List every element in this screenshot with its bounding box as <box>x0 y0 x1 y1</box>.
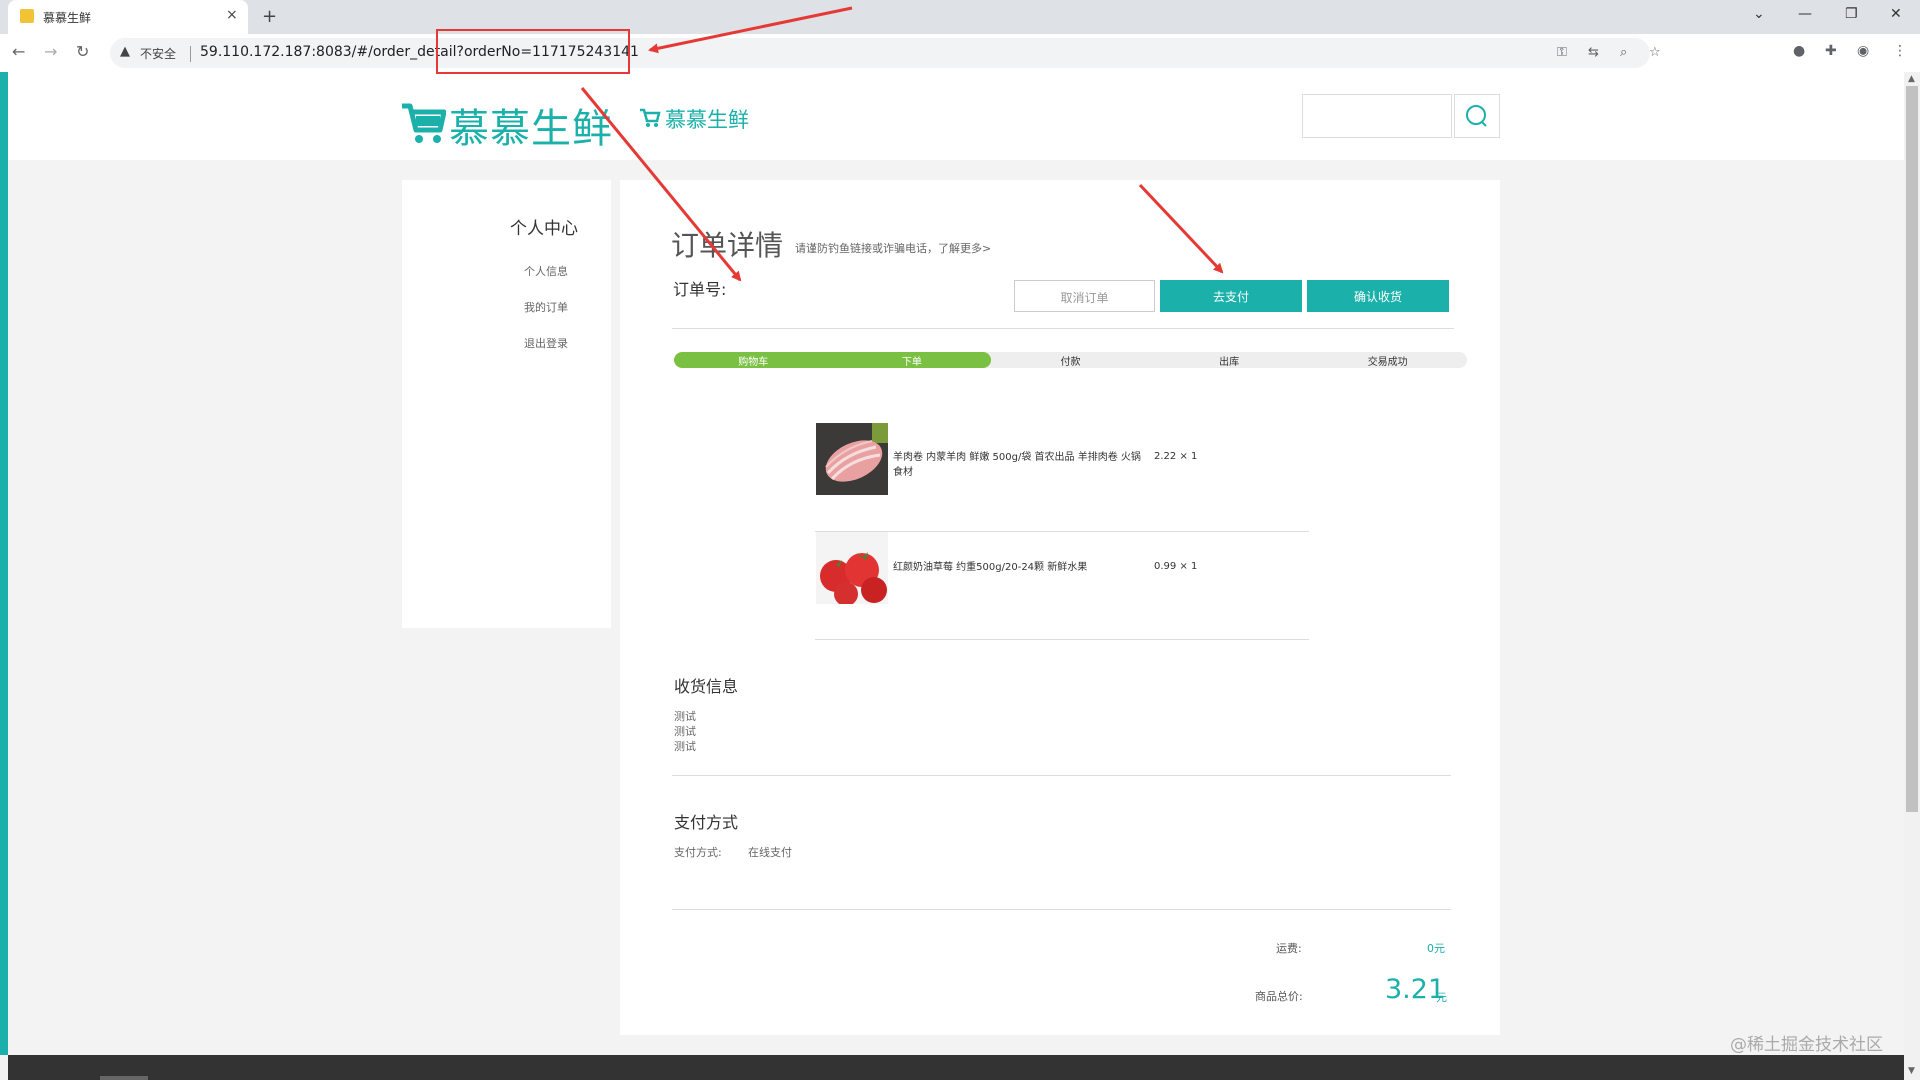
scrollbar-thumb[interactable] <box>1906 86 1918 812</box>
product-price-qty: 0.99 × 1 <box>1154 561 1198 572</box>
bookmark-star-icon[interactable]: ☆ <box>1649 45 1661 60</box>
window-close-icon[interactable]: ✕ <box>1890 6 1902 22</box>
user-center-sidebar <box>402 180 611 628</box>
sidebar-item-profile[interactable]: 个人信息 <box>524 263 568 279</box>
search-icon <box>1466 105 1487 127</box>
page-title: 订单详情 <box>671 229 784 262</box>
translate-icon[interactable]: ⇆ <box>1588 45 1599 60</box>
footer-scroll-indicator <box>100 1076 148 1080</box>
scroll-down-icon[interactable]: ▼ <box>1908 1066 1915 1076</box>
progress-step-outbound: 出库 <box>1219 357 1240 368</box>
search-button[interactable] <box>1454 94 1500 138</box>
page-footer <box>8 1055 1904 1080</box>
zoom-icon[interactable]: ⌕ <box>1620 45 1627 60</box>
new-tab-icon[interactable]: + <box>262 6 277 27</box>
divider <box>672 909 1451 910</box>
total-price-unit: 元 <box>1436 991 1447 1004</box>
tab-close-icon[interactable]: × <box>226 7 238 23</box>
product-image-lamb-rolls[interactable] <box>816 423 888 495</box>
product-name[interactable]: 红颜奶油草莓 约重500g/20-24颗 新鲜水果 <box>893 560 1148 575</box>
site-favicon-icon <box>20 9 34 23</box>
forward-icon[interactable]: → <box>44 42 57 61</box>
extension-evernote-icon[interactable]: ● <box>1793 43 1805 59</box>
annotation-highlight-box <box>436 29 630 74</box>
address-bar[interactable]: ▲ 不安全 59.110.172.187:8083/#/order_detail… <box>110 38 1661 68</box>
divider <box>815 639 1309 640</box>
pay-button[interactable]: 去支付 <box>1160 280 1302 312</box>
site-logo-text[interactable]: 慕慕生鲜 <box>449 96 613 154</box>
site-logo-small-text[interactable]: 慕慕生鲜 <box>665 104 749 134</box>
browser-tab[interactable]: 慕慕生鲜 × <box>8 0 248 34</box>
address-separator <box>190 46 191 62</box>
browser-tab-bar: 慕慕生鲜 × + ⌄ — ❐ ✕ <box>0 0 1920 34</box>
progress-step-pay: 付款 <box>1060 357 1081 368</box>
site-header <box>8 72 1904 160</box>
payment-method-title: 支付方式 <box>674 813 739 832</box>
shipping-line: 测试 <box>674 725 696 738</box>
cart-logo-icon[interactable] <box>400 98 446 146</box>
divider <box>672 775 1451 776</box>
insecure-label[interactable]: 不安全 <box>140 45 176 62</box>
restore-icon[interactable]: ❐ <box>1845 6 1858 22</box>
total-price-label: 商品总价: <box>1255 990 1303 1003</box>
reload-icon[interactable]: ↻ <box>76 42 89 61</box>
cancel-order-button[interactable]: 取消订单 <box>1014 280 1155 312</box>
payment-method-label: 支付方式: <box>674 846 722 859</box>
minimize-icon[interactable]: — <box>1798 6 1812 22</box>
progress-step-cart: 购物车 <box>738 357 769 368</box>
security-notice-link[interactable]: 请谨防钓鱼链接或诈骗电话，了解更多> <box>795 240 991 256</box>
tab-title: 慕慕生鲜 <box>43 11 92 25</box>
sidebar-item-orders[interactable]: 我的订单 <box>524 299 568 315</box>
progress-step-order: 下单 <box>901 357 922 368</box>
search-input[interactable] <box>1302 94 1452 138</box>
shipping-fee-label: 运费: <box>1276 942 1302 955</box>
sidebar-title: 个人中心 <box>510 219 578 239</box>
product-image-strawberries[interactable] <box>816 532 888 604</box>
confirm-receipt-button[interactable]: 确认收货 <box>1307 280 1449 312</box>
shipping-info-title: 收货信息 <box>674 677 739 696</box>
cart-small-icon[interactable] <box>639 106 661 128</box>
browser-menu-icon[interactable]: ⋮ <box>1893 43 1907 59</box>
product-price-qty: 2.22 × 1 <box>1154 451 1198 462</box>
divider <box>815 531 1309 532</box>
browser-toolbar: ← → ↻ ▲ 不安全 59.110.172.187:8083/#/order_… <box>0 34 1920 73</box>
profile-avatar-icon[interactable]: ◉ <box>1857 43 1869 59</box>
key-icon[interactable]: ⚿ <box>1557 45 1567 60</box>
warning-icon[interactable]: ▲ <box>120 44 130 59</box>
page-left-stripe <box>0 72 8 1055</box>
back-icon[interactable]: ← <box>12 42 25 61</box>
scroll-up-icon[interactable]: ▲ <box>1908 74 1915 84</box>
order-number-label: 订单号: <box>673 280 727 299</box>
shipping-line: 测试 <box>674 740 696 753</box>
divider <box>672 328 1454 329</box>
product-name[interactable]: 羊肉卷 内蒙羊肉 鲜嫩 500g/袋 首农出品 羊排肉卷 火锅食材 <box>893 450 1148 480</box>
watermark: @稀土掘金技术社区 <box>1730 1035 1883 1055</box>
shipping-line: 测试 <box>674 710 696 723</box>
sidebar-item-logout[interactable]: 退出登录 <box>524 335 568 351</box>
shipping-fee-value: 0元 <box>1427 942 1445 955</box>
progress-step-complete: 交易成功 <box>1367 357 1408 368</box>
extensions-puzzle-icon[interactable]: ✚ <box>1825 43 1837 59</box>
payment-method-value: 在线支付 <box>748 846 792 859</box>
profile-menu-icon[interactable]: ⌄ <box>1753 6 1765 22</box>
